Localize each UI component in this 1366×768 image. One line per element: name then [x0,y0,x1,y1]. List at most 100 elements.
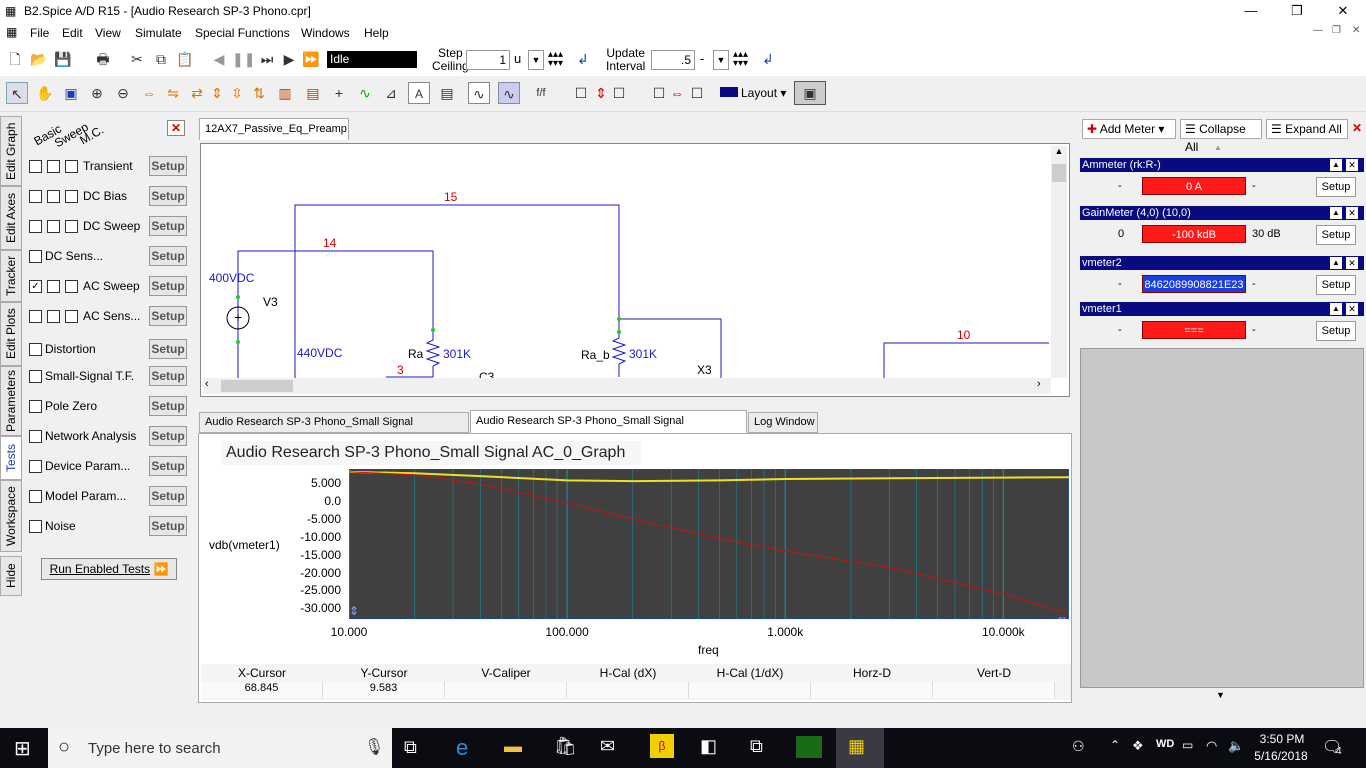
test-checkbox[interactable] [65,190,78,203]
test-checkbox[interactable] [29,400,42,413]
meter-collapse-icon[interactable]: ▲ [1330,303,1342,315]
cut-icon[interactable]: ✂ [126,48,148,70]
mdi-restore-icon[interactable]: ❐ [1332,25,1341,36]
step-back-icon[interactable]: ◀ [208,48,230,70]
menu-view[interactable]: View [95,26,121,40]
layout-icon[interactable] [720,87,738,97]
save-icon[interactable]: 💾 [52,48,74,70]
test-checkbox[interactable] [47,310,60,323]
mail-icon[interactable]: ✉ [600,736,615,757]
pointer-icon[interactable]: ↖ [6,82,28,104]
windows-start-icon[interactable]: ⊞ [14,736,31,761]
test-checkbox[interactable] [29,490,42,503]
meter-close-icon[interactable]: ✕ [1346,159,1358,171]
meter-header[interactable]: GainMeter (4,0) (10,0) ▲ ✕ [1080,206,1364,220]
waveform-icon[interactable]: ∿ [498,82,520,104]
fit-vall-icon[interactable]: ⇅ [248,82,270,104]
menu-edit[interactable]: Edit [62,26,83,40]
notes-icon[interactable]: ▤ [436,82,458,104]
hscroll-thumb[interactable] [221,380,293,392]
test-setup-button[interactable]: Setup [149,306,187,326]
tab-edit-graph[interactable]: Edit Graph [0,116,22,186]
print-icon[interactable]: 🖶 [92,48,114,70]
tab-graph[interactable]: Audio Research SP-3 Phono_Small Signal A… [470,410,747,448]
zoom-out-icon[interactable]: ⊖ [112,82,134,104]
test-checkbox[interactable] [47,220,60,233]
tab-tests[interactable]: Tests [0,436,22,480]
update-unit-dropdown[interactable]: ▼ [713,50,729,70]
tab-table[interactable]: Audio Research SP-3 Phono_Small Signal A… [199,412,469,447]
test-setup-button[interactable]: Setup [149,366,187,386]
test-checkbox[interactable] [29,190,42,203]
trace-icon[interactable]: ∿ [354,82,376,104]
menu-special-functions[interactable]: Special Functions [195,26,290,40]
meter-close-icon[interactable]: ✕ [1346,303,1358,315]
meter-view-icon[interactable]: ▣ [794,81,826,105]
pan-hand-icon[interactable]: ✋ [34,82,56,104]
task-view-icon[interactable]: ⧉ [404,737,417,758]
meter-header[interactable]: Ammeter (rk:R-) ▲ ✕ [1080,158,1364,172]
test-setup-button[interactable]: Setup [149,339,187,359]
test-checkbox[interactable] [65,160,78,173]
schematic-canvas[interactable]: + 15 14 10 3 400VDC V3 440VDC Ra 301K Ra… [200,143,1070,397]
menu-help[interactable]: Help [364,26,389,40]
meter-close-icon[interactable]: ✕ [1346,257,1358,269]
scroll-right-icon[interactable]: › [1037,378,1041,390]
wd-icon[interactable]: WD [1156,738,1174,750]
test-setup-button[interactable]: Setup [149,516,187,536]
new-file-icon[interactable]: 🗋 [4,48,26,70]
tab-tracker[interactable]: Tracker [0,250,22,302]
tab-edit-plots[interactable]: Edit Plots [0,302,22,366]
microphone-icon[interactable]: 🎙 [364,737,384,757]
test-checkbox[interactable] [65,310,78,323]
zoom-in-icon[interactable]: ⊕ [86,82,108,104]
app-copy-icon[interactable]: ⧉ [750,736,763,757]
test-setup-button[interactable]: Setup [149,486,187,506]
test-setup-button[interactable]: Setup [149,216,187,236]
text-tool-icon[interactable]: A [408,82,430,104]
step-forward-icon[interactable]: ⏭ [256,48,278,70]
test-checkbox[interactable] [47,280,60,293]
mdi-close-icon[interactable]: ✕ [1352,25,1360,36]
panel-up-icon[interactable]: ▲ [1214,143,1222,152]
test-checkbox[interactable] [29,430,42,443]
test-setup-button[interactable]: Setup [149,276,187,296]
zoom-window-icon[interactable]: ▣ [60,82,82,104]
meter-header[interactable]: vmeter1 ▲ ✕ [1080,302,1364,316]
volume-icon[interactable]: 🔈 [1228,738,1244,754]
meter-setup-button[interactable]: Setup [1316,321,1356,341]
test-checkbox[interactable] [65,280,78,293]
test-checkbox[interactable] [65,220,78,233]
vertical-split-icon[interactable]: ▥ [274,82,296,104]
tab-hide[interactable]: Hide [0,556,22,596]
fit-all-icon[interactable]: ⇄ [186,82,208,104]
fit-width-icon[interactable]: ⇔ [138,82,160,104]
paste-icon[interactable]: 📋 [174,48,196,70]
close-window-button[interactable]: ✕ [1320,0,1366,22]
panel-down-icon[interactable]: ▼ [1216,690,1225,700]
scroll-left-icon[interactable]: ‹ [205,378,209,390]
test-setup-button[interactable]: Setup [149,456,187,476]
test-checkbox[interactable] [29,160,42,173]
battery-icon[interactable]: ▭ [1182,738,1193,752]
test-checkbox[interactable] [29,220,42,233]
meter-collapse-icon[interactable]: ▲ [1330,207,1342,219]
test-checkbox[interactable]: ✓ [29,280,42,293]
checkbox-b-icon[interactable]: ☐ [608,82,630,104]
crosshair-icon[interactable]: + [328,82,350,104]
clock-date[interactable]: 5/16/2018 [1252,749,1310,763]
checkbox-d-icon[interactable]: ☐ [686,82,708,104]
copy-icon[interactable]: ⧉ [150,48,172,70]
test-checkbox[interactable] [29,250,42,263]
step-ceiling-input[interactable]: 1 [466,50,510,70]
test-setup-button[interactable]: Setup [149,426,187,446]
test-setup-button[interactable]: Setup [149,186,187,206]
tab-log-window[interactable]: Log Window [748,412,818,433]
test-checkbox[interactable] [29,343,42,356]
meter-collapse-icon[interactable]: ▲ [1330,257,1342,269]
schematic-hscroll[interactable]: ‹ › [203,378,1051,394]
hcursor-icon[interactable]: ⇔ [666,82,688,104]
meter-collapse-icon[interactable]: ▲ [1330,159,1342,171]
app-b2-icon[interactable]: β [650,734,674,758]
run-icon[interactable]: ▶ [278,48,300,70]
